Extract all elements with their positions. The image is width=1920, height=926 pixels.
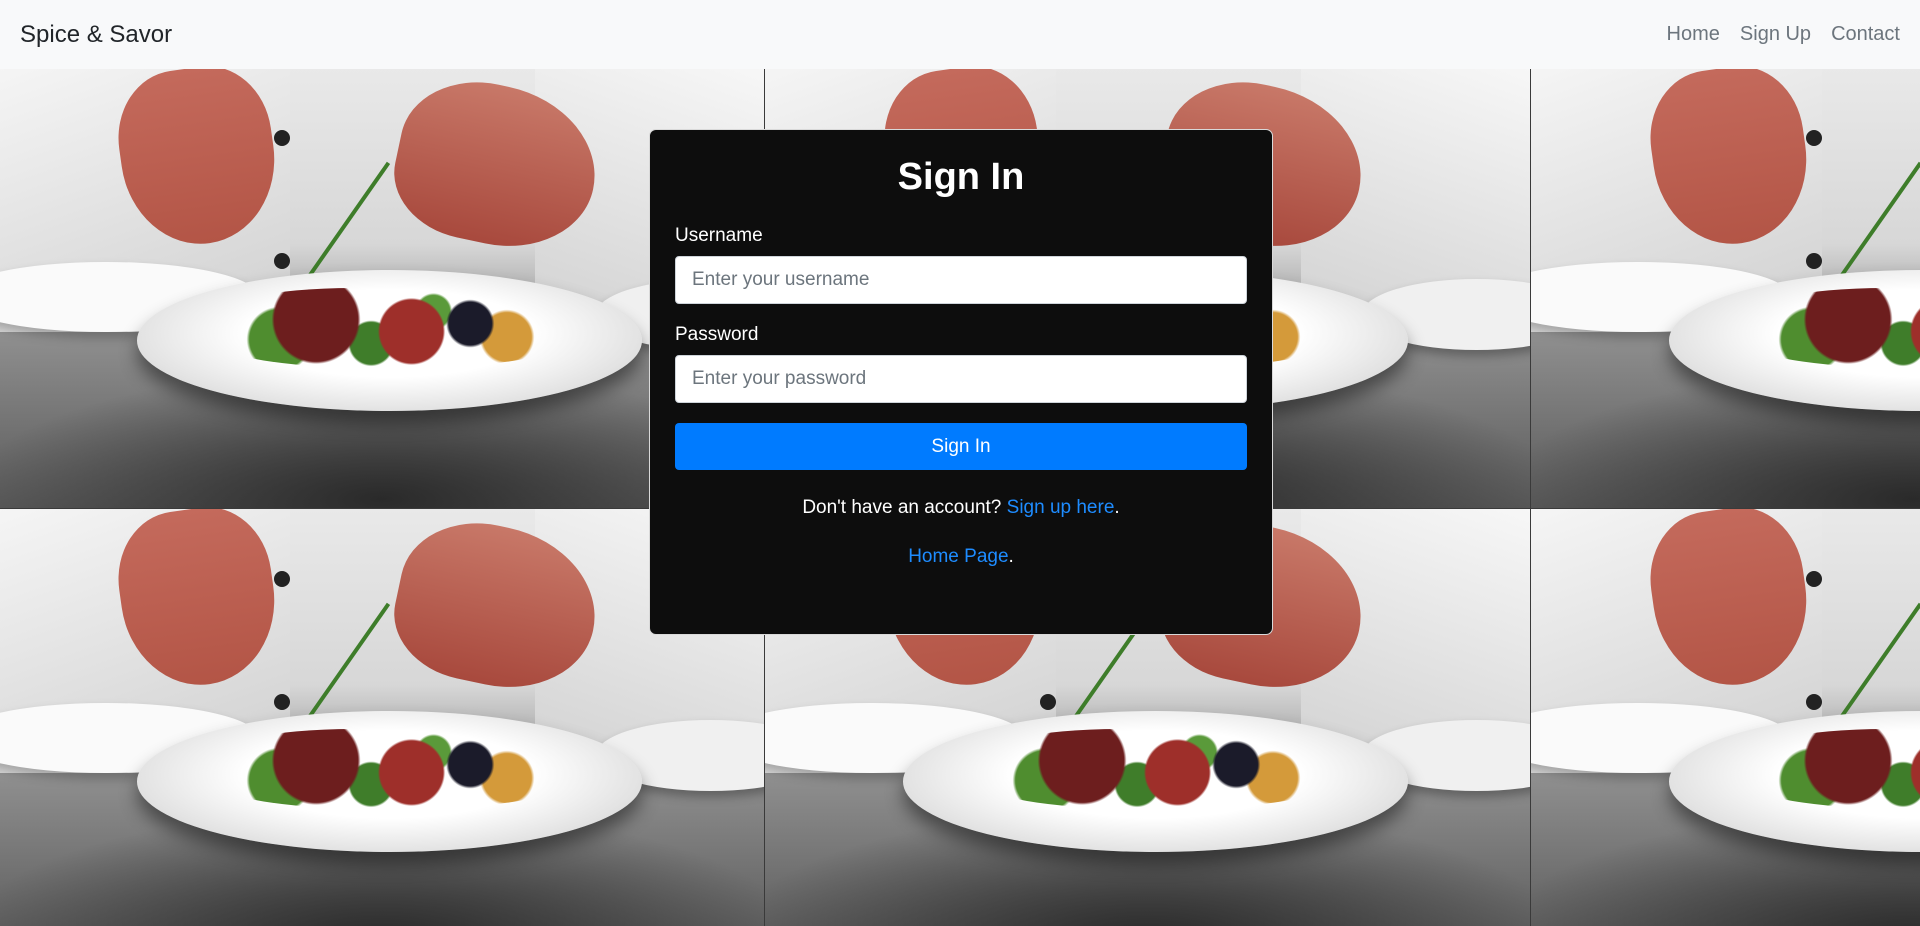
brand-logo[interactable]: Spice & Savor [20, 21, 172, 49]
background-tile [1531, 69, 1920, 508]
nav-link-home[interactable]: Home [1667, 23, 1720, 46]
home-link-row: Home Page. [675, 546, 1247, 568]
username-label: Username [675, 225, 763, 246]
sign-in-card: Sign In Username Password Sign In Don't … [649, 129, 1273, 635]
nav-link-sign-up[interactable]: Sign Up [1740, 23, 1811, 46]
nav-link-contact[interactable]: Contact [1831, 23, 1900, 46]
signup-suffix: . [1114, 497, 1120, 518]
home-suffix: . [1008, 546, 1014, 567]
sign-in-title: Sign In [897, 156, 1025, 198]
sign-up-link[interactable]: Sign up here [1007, 497, 1115, 518]
password-label: Password [675, 324, 759, 345]
sign-in-button[interactable]: Sign In [675, 423, 1247, 470]
signup-prompt: Don't have an account? Sign up here. [675, 497, 1247, 519]
signup-prompt-text: Don't have an account? [802, 497, 1002, 518]
home-page-link[interactable]: Home Page [908, 546, 1008, 567]
username-input[interactable] [675, 256, 1247, 304]
background-tile [1531, 509, 1920, 926]
password-input[interactable] [675, 355, 1247, 403]
nav-links: Home Sign Up Contact [1667, 23, 1900, 46]
navbar: Spice & Savor Home Sign Up Contact [0, 0, 1920, 69]
